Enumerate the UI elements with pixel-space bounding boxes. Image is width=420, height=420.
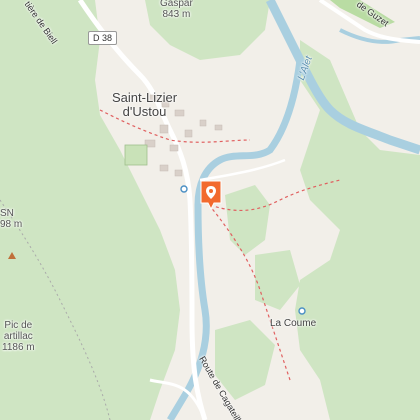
peak-elevation: 98 m <box>0 219 23 230</box>
peak-elevation: 1186 m <box>2 342 35 353</box>
water-point-icon <box>180 185 188 193</box>
peak-name: Pic de <box>4 320 33 331</box>
peak-name: Gaspar <box>160 0 193 9</box>
peak-label-left: SN 98 m <box>0 208 22 230</box>
road-shield-d38: D 38 <box>88 31 118 45</box>
peak-name: SN <box>0 208 14 219</box>
peak-name: artillac <box>3 331 33 342</box>
hamlet-label: La Coume <box>270 318 317 329</box>
forest-area-center <box>225 185 270 255</box>
cemetery <box>124 144 148 166</box>
peak-elevation: 843 m <box>162 9 191 20</box>
peak-label-pic: Pic de artillac 1186 m <box>2 320 35 353</box>
forest-area-west <box>0 0 180 420</box>
location-pin-icon[interactable] <box>198 179 224 211</box>
forest-area-east <box>295 40 420 420</box>
forest-area-mid-east <box>255 250 300 310</box>
town-name-line2: d'Ustou <box>122 104 167 120</box>
town-label: Saint-Lizier d'Ustou <box>112 90 177 120</box>
peak-triangle-icon <box>8 252 16 259</box>
water-point-icon <box>298 307 306 315</box>
map-canvas[interactable]: D 38 Saint-Lizier d'Ustou La Coume Gaspa… <box>0 0 420 420</box>
peak-label-gaspar: Gaspar 843 m <box>160 0 193 20</box>
